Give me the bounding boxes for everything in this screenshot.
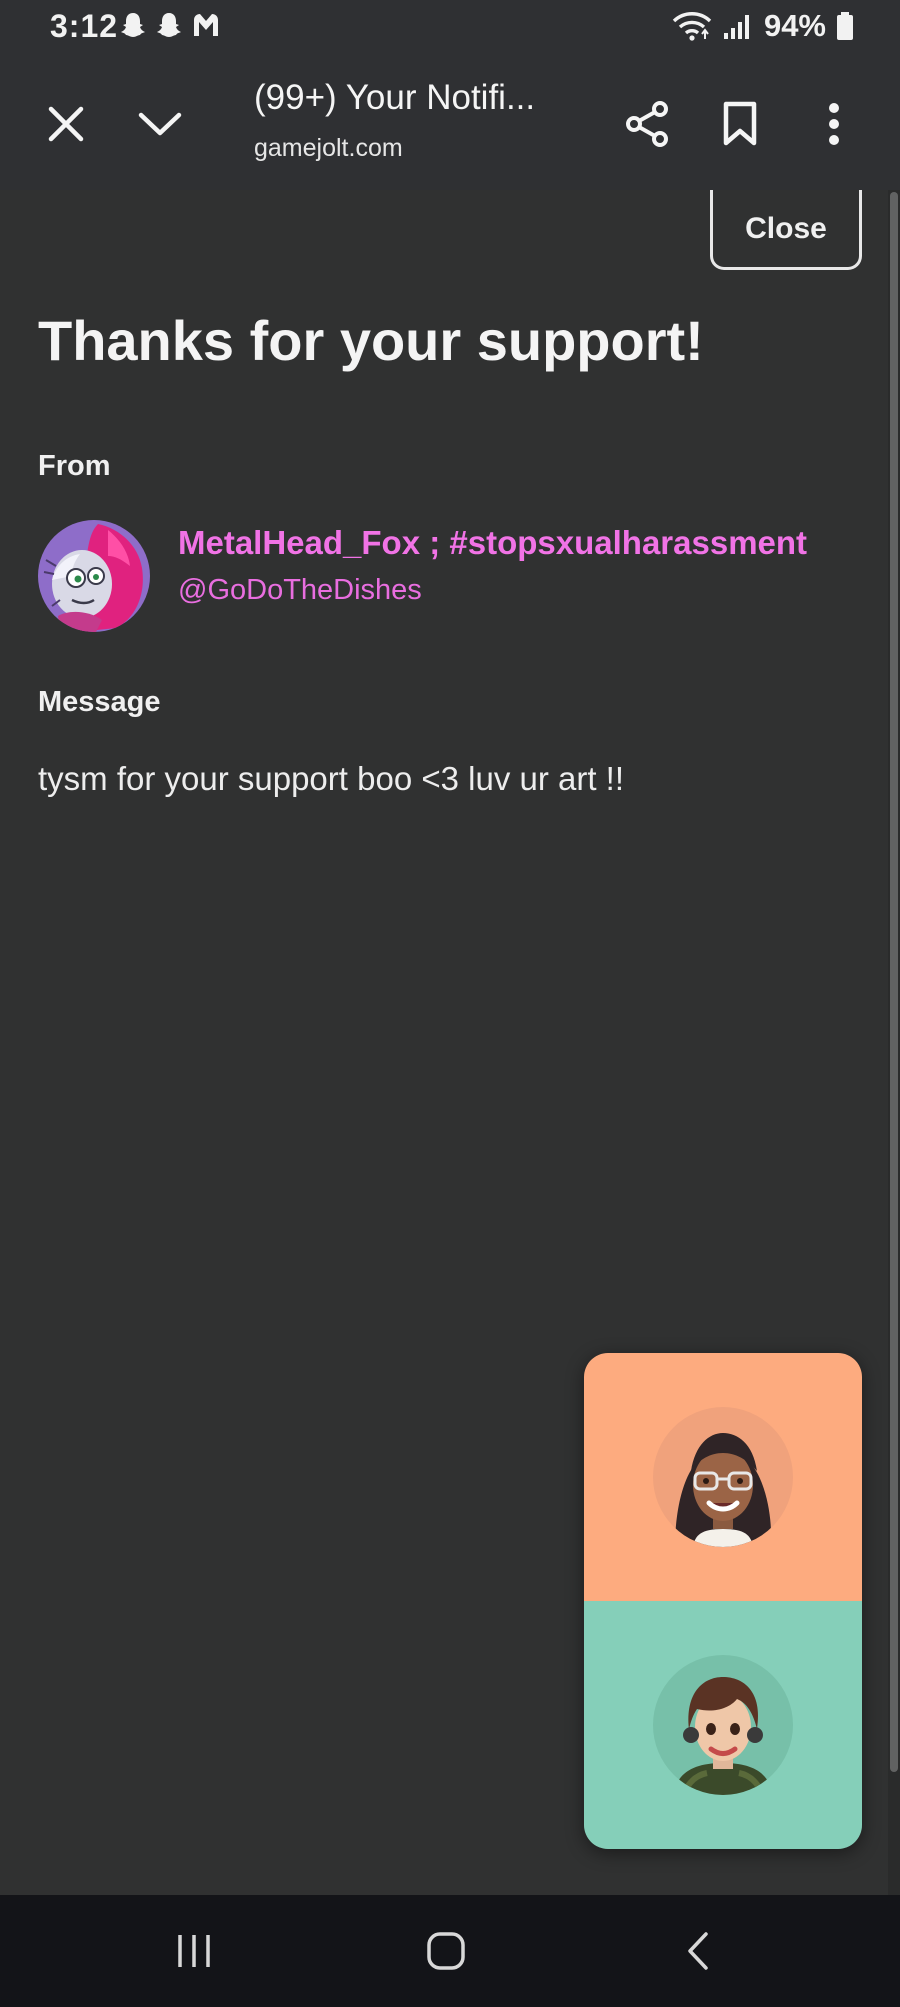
battery-icon bbox=[837, 12, 853, 40]
more-vert-icon bbox=[829, 103, 839, 145]
participant-1-avatar bbox=[653, 1407, 793, 1547]
snapchat-icon bbox=[121, 13, 145, 37]
recent-apps-button[interactable] bbox=[164, 1923, 224, 1979]
close-button[interactable]: Close bbox=[710, 190, 862, 270]
from-label: From bbox=[38, 450, 111, 482]
status-system-icons: 94% bbox=[672, 8, 854, 44]
status-bar: 3:12 94% bbox=[0, 0, 900, 58]
battery-percentage: 94% bbox=[763, 8, 826, 43]
sender-handle-link[interactable]: @GoDoTheDishes bbox=[178, 574, 422, 607]
bookmark-icon bbox=[723, 101, 757, 146]
page-url: gamejolt.com bbox=[254, 134, 403, 162]
user-avatar-image bbox=[38, 520, 150, 632]
close-icon bbox=[48, 106, 84, 142]
browser-toolbar: (99+) Your Notifi... gamejolt.com bbox=[0, 58, 900, 190]
status-notification-icons bbox=[118, 10, 222, 40]
message-label: Message bbox=[38, 686, 161, 718]
home-button[interactable] bbox=[416, 1923, 476, 1979]
snapchat-icon bbox=[157, 13, 181, 37]
avatar[interactable] bbox=[38, 520, 150, 632]
call-participant-1[interactable] bbox=[584, 1353, 862, 1601]
wifi-icon bbox=[672, 12, 712, 41]
recent-apps-icon bbox=[178, 1935, 210, 1967]
scrollbar-thumb[interactable] bbox=[890, 192, 898, 1772]
video-call-overlay[interactable] bbox=[584, 1353, 862, 1849]
signal-icon bbox=[723, 15, 749, 39]
system-nav-bar bbox=[0, 1895, 900, 2007]
bookmark-button[interactable] bbox=[710, 94, 770, 154]
sender-name-link[interactable]: MetalHead_Fox ; #stopsxualharassment bbox=[178, 524, 807, 562]
participant-2-avatar-image bbox=[653, 1655, 793, 1795]
page-heading: Thanks for your support! bbox=[38, 309, 704, 372]
close-tab-button[interactable] bbox=[36, 94, 96, 154]
call-participant-2[interactable] bbox=[584, 1601, 862, 1849]
message-text: tysm for your support boo <3 luv ur art … bbox=[38, 760, 625, 797]
share-button[interactable] bbox=[618, 94, 678, 154]
chevron-down-icon bbox=[138, 112, 182, 136]
share-icon bbox=[626, 101, 668, 147]
minimize-button[interactable] bbox=[130, 94, 190, 154]
back-button[interactable] bbox=[668, 1923, 728, 1979]
status-time: 3:12 bbox=[50, 8, 119, 44]
page-title: (99+) Your Notifi... bbox=[254, 78, 536, 117]
back-icon bbox=[688, 1932, 708, 1970]
participant-2-avatar bbox=[653, 1655, 793, 1795]
home-icon bbox=[427, 1932, 465, 1970]
more-options-button[interactable] bbox=[804, 94, 864, 154]
participant-1-avatar-image bbox=[653, 1407, 793, 1547]
malwarebytes-icon bbox=[194, 14, 218, 36]
